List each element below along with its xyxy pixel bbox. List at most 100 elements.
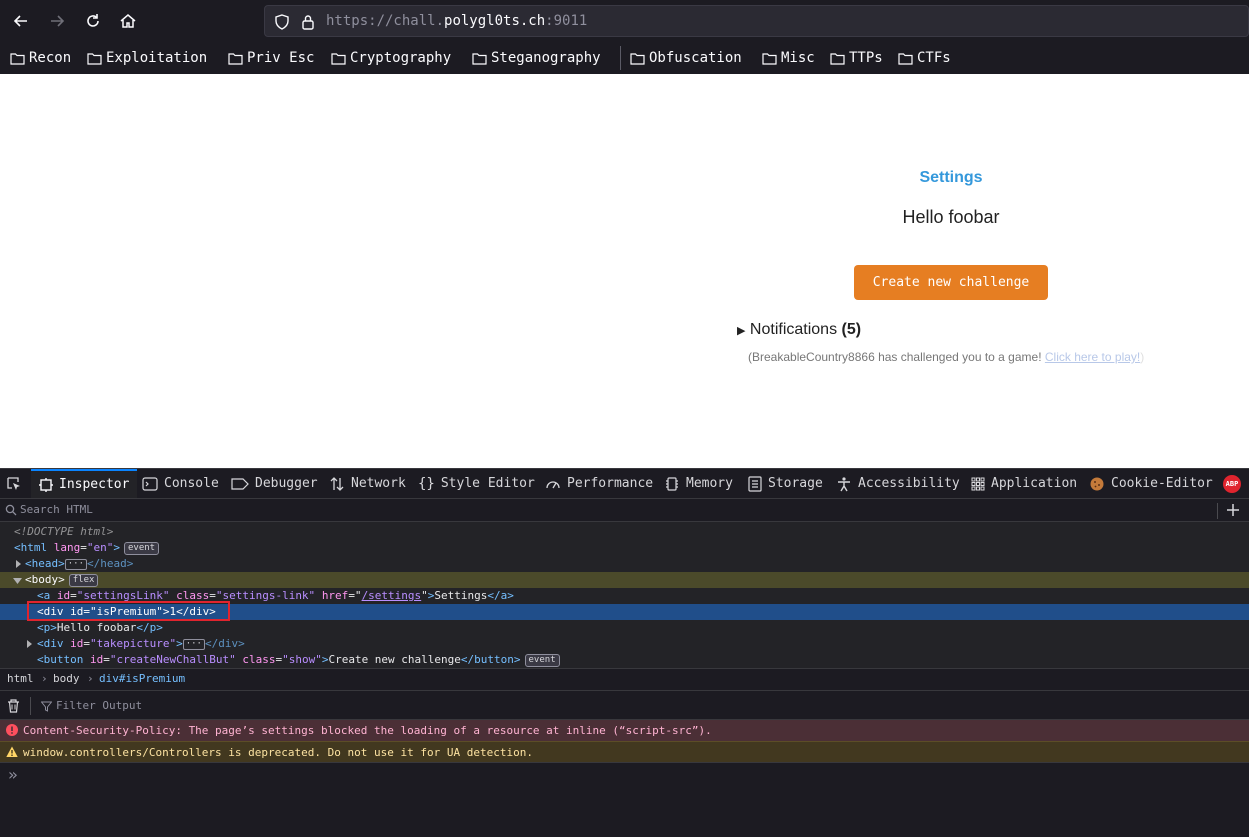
warning-icon (6, 746, 18, 757)
console-prompt-icon: » (8, 765, 18, 784)
bookmark-misc[interactable]: Misc (762, 47, 815, 69)
tree-row-html[interactable]: <html lang="en"> event (0, 540, 1249, 556)
element-picker-button[interactable] (4, 469, 30, 498)
tab-adblock[interactable]: ABP (1223, 469, 1247, 498)
tree-row-doctype[interactable]: <!DOCTYPE html> (0, 524, 1249, 540)
tab-console[interactable]: Console (142, 469, 219, 498)
url-bar[interactable]: https://chall.polygl0ts.ch:9011 (264, 5, 1249, 37)
play-link[interactable]: Click here to play! (1045, 350, 1140, 364)
settings-link[interactable]: Settings (0, 169, 1249, 187)
console-separator (30, 697, 31, 715)
bookmark-separator (620, 46, 621, 70)
plus-icon[interactable] (1226, 503, 1240, 517)
search-html-input[interactable]: Search HTML (20, 503, 93, 516)
folder-icon (472, 52, 487, 65)
tab-network[interactable]: Network (329, 469, 406, 498)
folder-icon (228, 52, 243, 65)
notifications-count: (5) (841, 321, 862, 338)
search-html-bar[interactable]: Search HTML (0, 498, 1249, 522)
storage-icon (748, 475, 762, 492)
event-badge[interactable]: event (524, 654, 560, 667)
folder-icon (331, 52, 346, 65)
tab-storage[interactable]: Storage (748, 469, 823, 498)
node-breadcrumbs: html › body › div#isPremium (0, 668, 1249, 690)
trash-icon[interactable] (7, 699, 20, 713)
lock-icon (302, 15, 314, 30)
breadcrumb-chevron-icon: › (87, 672, 94, 685)
tree-row-takepicture[interactable]: <div id="takepicture"> ··· </div> (0, 636, 1249, 652)
shield-icon (275, 14, 289, 30)
tab-debugger[interactable]: Debugger (231, 469, 318, 498)
home-button[interactable] (116, 9, 140, 33)
bookmark-cryptography[interactable]: Cryptography (331, 47, 451, 69)
arrow-left-icon (13, 15, 27, 27)
flex-badge[interactable]: flex (68, 574, 99, 587)
ellipsis-icon[interactable]: ··· (182, 639, 205, 650)
adblock-icon: ABP (1223, 474, 1241, 493)
home-icon (120, 14, 136, 28)
tab-accessibility[interactable]: Accessibility (836, 469, 960, 498)
debugger-icon (231, 477, 249, 490)
tree-row-body[interactable]: <body> flex (0, 572, 1249, 588)
back-button[interactable] (9, 9, 33, 33)
caret-down-icon[interactable] (13, 577, 22, 584)
tab-application[interactable]: Application (971, 469, 1077, 498)
forward-button[interactable] (45, 9, 69, 33)
browser-navbar: https://chall.polygl0ts.ch:9011 (0, 0, 1249, 42)
tab-performance[interactable]: Performance (545, 469, 653, 498)
tab-style-editor[interactable]: {} Style Editor (418, 469, 535, 498)
disclosure-triangle-icon: ▶ (737, 325, 746, 337)
breadcrumb-body[interactable]: body (53, 669, 80, 689)
filter-output-input[interactable]: Filter Output (56, 699, 142, 712)
reload-icon (87, 14, 99, 27)
reload-button[interactable] (81, 9, 105, 33)
network-icon (330, 476, 344, 491)
console-input[interactable]: » (0, 762, 1249, 837)
grid-icon (971, 477, 985, 490)
notifications-summary[interactable]: ▶ Notifications (5) (737, 321, 861, 339)
tab-cookie-editor[interactable]: Cookie-Editor (1089, 469, 1213, 498)
web-page: Settings Hello foobar Create new challen… (0, 74, 1249, 468)
arrow-right-icon (51, 15, 65, 27)
folder-icon (630, 52, 645, 65)
accessibility-icon (838, 476, 850, 491)
bookmark-ctfs[interactable]: CTFs (898, 47, 951, 69)
create-new-challenge-button[interactable]: Create new challenge (854, 265, 1048, 300)
console-warning-message: window.controllers/Controllers is deprec… (0, 741, 1249, 762)
folder-icon (762, 52, 777, 65)
url-text: https://chall.polygl0ts.ch:9011 (326, 13, 588, 29)
bookmark-priv-esc[interactable]: Priv Esc (228, 47, 314, 69)
search-separator (1217, 503, 1218, 519)
bookmark-exploitation[interactable]: Exploitation (87, 47, 207, 69)
ellipsis-icon[interactable]: ··· (64, 559, 88, 570)
bookmark-steganography[interactable]: Steganography (472, 47, 601, 69)
filter-icon (41, 701, 52, 712)
folder-icon (10, 52, 25, 65)
console-toolbar: Filter Output (0, 690, 1249, 720)
tree-row-create-button[interactable]: <button id="createNewChallBut" class="sh… (0, 652, 1249, 668)
caret-right-icon[interactable] (26, 640, 33, 648)
notifications-label: Notifications (749, 321, 838, 338)
bookmark-obfuscation[interactable]: Obfuscation (630, 47, 742, 69)
tab-memory[interactable]: Memory (664, 469, 733, 498)
tab-inspector[interactable]: Inspector (31, 469, 138, 498)
caret-right-icon[interactable] (15, 560, 22, 568)
cookie-icon (1090, 477, 1104, 490)
memory-icon (666, 476, 678, 491)
greeting-text: Hello foobar (902, 207, 1000, 227)
folder-icon (898, 52, 913, 65)
breadcrumb-div-ispremium[interactable]: div#isPremium (99, 669, 185, 689)
bookmark-recon[interactable]: Recon (10, 47, 71, 69)
gauge-icon (546, 480, 560, 488)
markup-tree: <!DOCTYPE html> <html lang="en"> event <h… (0, 522, 1249, 668)
highlight-annotation (27, 601, 230, 621)
breadcrumb-html[interactable]: html (7, 669, 34, 689)
devtools-toolbar: Inspector Console Debugger Network {} Sty… (0, 468, 1249, 498)
event-badge[interactable]: event (124, 542, 160, 555)
tree-row-head[interactable]: <head> ··· </head> (0, 556, 1249, 572)
picker-icon (7, 476, 20, 490)
breadcrumb-chevron-icon: › (41, 672, 48, 685)
tree-row-paragraph[interactable]: <p>Hello foobar</p> (0, 620, 1249, 636)
inspector-icon (39, 477, 53, 492)
bookmark-ttps[interactable]: TTPs (830, 47, 883, 69)
